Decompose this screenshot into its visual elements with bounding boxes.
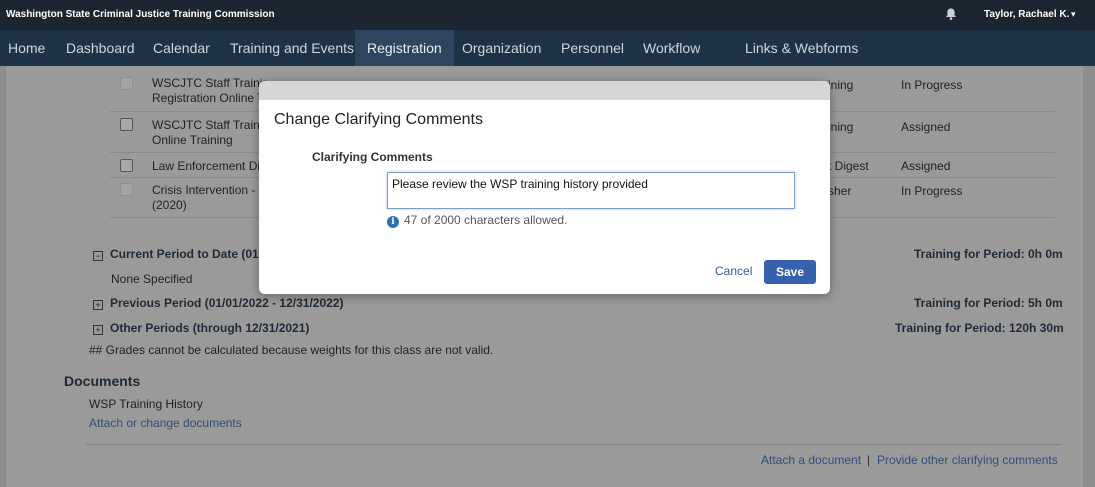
row-status: In Progress xyxy=(901,184,963,198)
nav-training-events[interactable]: Training and Events xyxy=(228,30,356,66)
document-item[interactable]: WSP Training History xyxy=(89,397,203,411)
user-menu[interactable]: Taylor, Rachael K. xyxy=(984,9,1069,20)
collapse-icon[interactable]: − xyxy=(93,251,103,261)
left-gutter xyxy=(0,66,6,487)
documents-heading: Documents xyxy=(64,373,141,389)
info-icon: i xyxy=(387,216,399,228)
nav-personnel[interactable]: Personnel xyxy=(559,30,626,66)
dialog-titlebar[interactable] xyxy=(259,81,830,100)
row-type: t Digest xyxy=(828,159,869,173)
cancel-button[interactable]: Cancel xyxy=(715,264,752,278)
row-name[interactable]: Crisis Intervention - . (2020) xyxy=(152,183,262,213)
nav-links-webforms[interactable]: Links & Webforms xyxy=(743,30,860,66)
other-periods-header[interactable]: + Other Periods (through 12/31/2021) xyxy=(93,321,309,335)
nav-home[interactable]: Home xyxy=(6,30,47,66)
previous-period-label: Previous Period (01/01/2022 - 12/31/2022… xyxy=(110,296,344,310)
bell-icon[interactable] xyxy=(944,7,958,21)
current-period-header[interactable]: − Current Period to Date (01/( xyxy=(93,247,266,261)
org-title: Washington State Criminal Justice Traini… xyxy=(6,9,275,20)
none-specified-text: None Specified xyxy=(111,272,193,286)
app-header: Washington State Criminal Justice Traini… xyxy=(0,0,1095,30)
nav-dashboard[interactable]: Dashboard xyxy=(64,30,137,66)
expand-icon[interactable]: + xyxy=(93,325,103,335)
row-status: Assigned xyxy=(901,159,951,173)
row-name[interactable]: Law Enforcement Di xyxy=(152,159,260,174)
row-name[interactable]: WSCJTC Staff Trainir Registration Online… xyxy=(152,76,266,106)
footer-divider: | xyxy=(867,453,871,467)
row-status: In Progress xyxy=(901,78,963,92)
current-period-label: Current Period to Date (01/( xyxy=(110,247,267,261)
clarifying-comments-input[interactable]: Please review the WSP training history p… xyxy=(387,172,795,209)
attach-document-link[interactable]: Attach a document xyxy=(761,453,861,467)
row-type: sher xyxy=(828,184,852,198)
clarifying-comments-dialog: Change Clarifying Comments Clarifying Co… xyxy=(259,81,830,294)
provide-clarifying-comments-link[interactable]: Provide other clarifying comments xyxy=(877,453,1058,467)
main-nav: Home Dashboard Calendar Training and Eve… xyxy=(0,30,1095,66)
current-period-total: Training for Period: 0h 0m xyxy=(914,247,1063,261)
other-periods-label: Other Periods (through 12/31/2021) xyxy=(110,321,310,335)
row-name[interactable]: WSCJTC Staff Trainir Online Training xyxy=(152,118,266,148)
row-checkbox[interactable] xyxy=(120,118,133,131)
clarifying-comments-label: Clarifying Comments xyxy=(312,150,433,164)
expand-icon[interactable]: + xyxy=(93,300,103,310)
attach-change-documents-link[interactable]: Attach or change documents xyxy=(89,416,242,430)
row-type: ining xyxy=(828,120,854,134)
other-periods-total: Training for Period: 120h 30m xyxy=(895,321,1064,335)
row-status: Assigned xyxy=(901,120,951,134)
previous-period-header[interactable]: + Previous Period (01/01/2022 - 12/31/202… xyxy=(93,296,343,310)
nav-registration[interactable]: Registration xyxy=(355,30,454,66)
nav-calendar[interactable]: Calendar xyxy=(151,30,212,66)
row-checkbox[interactable] xyxy=(120,159,133,172)
character-count-text: 47 of 2000 characters allowed. xyxy=(404,213,568,227)
nav-organization[interactable]: Organization xyxy=(460,30,543,66)
nav-workflow[interactable]: Workflow xyxy=(641,30,702,66)
save-button[interactable]: Save xyxy=(764,260,816,284)
grades-note: ## Grades cannot be calculated because w… xyxy=(89,343,494,357)
page-scrollbar[interactable] xyxy=(1083,66,1095,487)
user-menu-caret-icon[interactable]: ▾ xyxy=(1071,9,1076,20)
divider xyxy=(86,444,1061,445)
row-checkbox[interactable] xyxy=(120,77,133,90)
row-type: ining xyxy=(828,78,854,92)
character-count-hint: i 47 of 2000 characters allowed. xyxy=(387,213,567,228)
row-checkbox[interactable] xyxy=(120,183,133,196)
dialog-title: Change Clarifying Comments xyxy=(274,111,483,128)
previous-period-total: Training for Period: 5h 0m xyxy=(914,296,1063,310)
